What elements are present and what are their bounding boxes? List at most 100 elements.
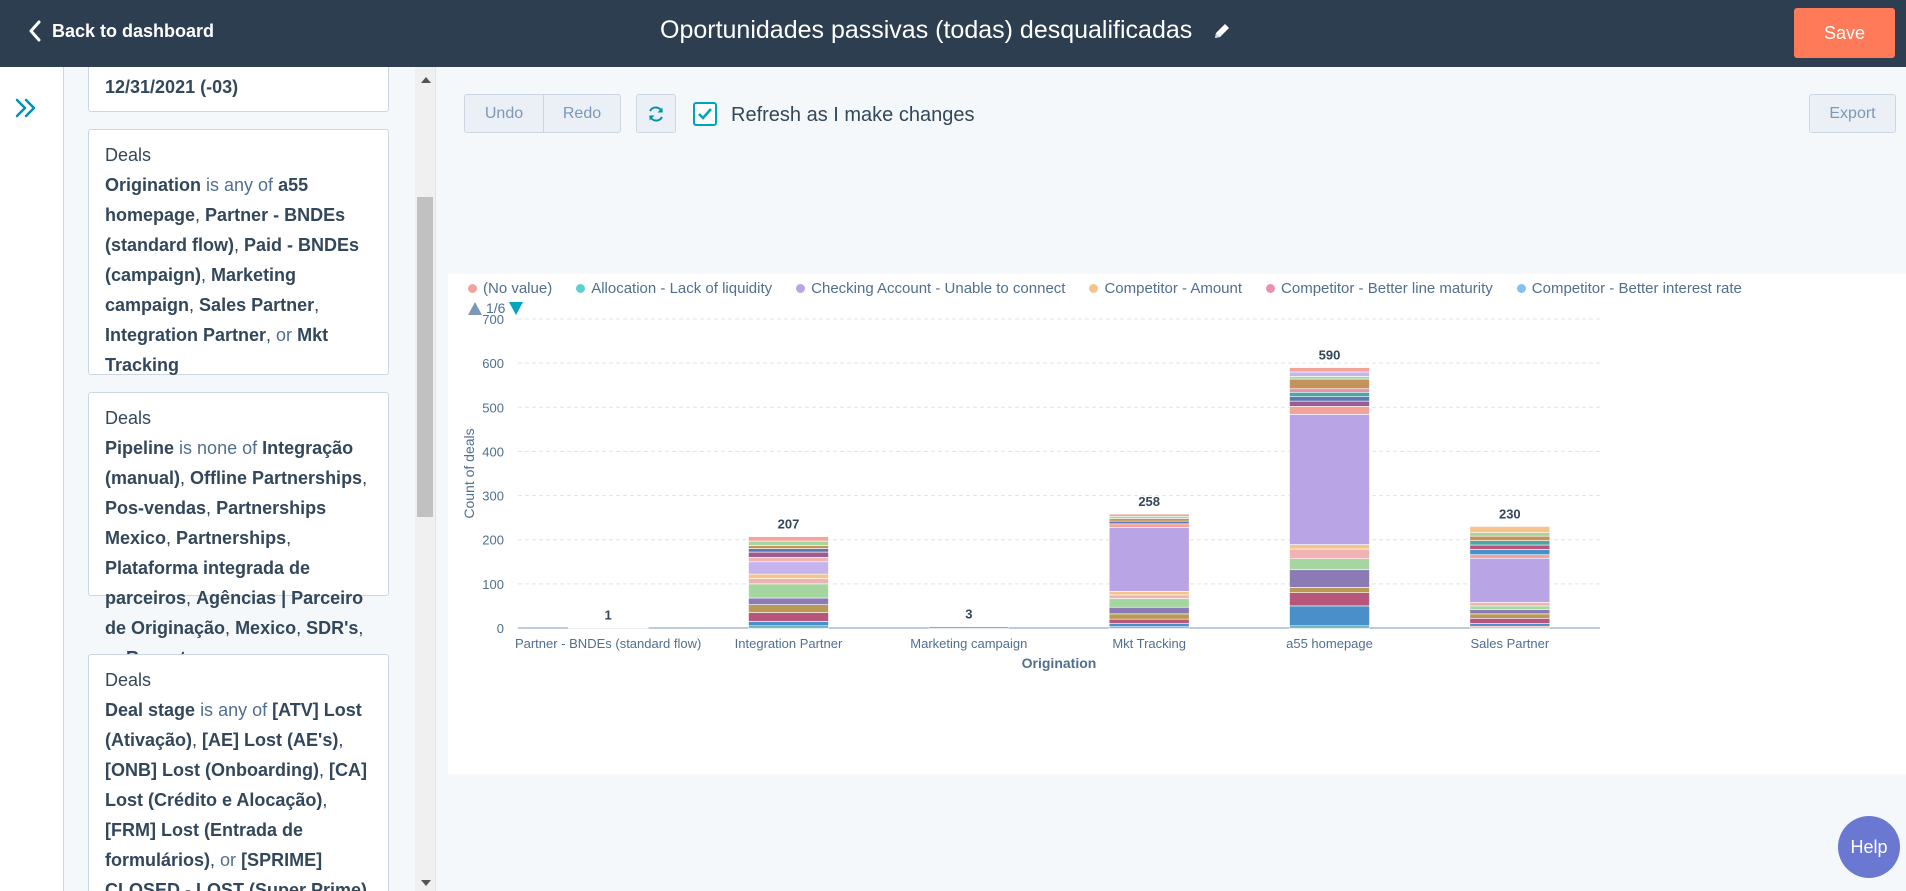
x-tick-label: Partner - BNDEs (standard flow)	[515, 636, 701, 651]
bar-segment	[748, 625, 829, 629]
bar-segment	[1289, 544, 1370, 550]
bar-segment	[1289, 371, 1370, 377]
bar-total-label: 230	[1499, 506, 1521, 521]
legend-dot-icon	[468, 284, 477, 293]
y-tick-label: 400	[482, 444, 504, 459]
filter-category: Deals	[105, 670, 152, 690]
bar-segment	[748, 612, 829, 622]
save-button[interactable]: Save	[1794, 8, 1895, 58]
bar-segment	[748, 578, 829, 585]
scroll-up-arrow-icon[interactable]	[421, 77, 431, 83]
x-axis-label: Origination	[1022, 655, 1097, 671]
bar-segment	[748, 545, 829, 549]
filter-panel: 12/31/2021 (-03) Deals Origination is an…	[64, 67, 415, 891]
scroll-down-arrow-icon[interactable]	[421, 880, 431, 886]
bar-segment	[1469, 623, 1551, 627]
legend-label: (No value)	[483, 280, 553, 297]
report-main: Undo Redo Refresh as I make changes Expo…	[435, 67, 1906, 891]
legend-item[interactable]: Competitor - Better interest rate	[1516, 280, 1742, 297]
bar-segment	[1108, 598, 1190, 608]
bar-segment	[748, 548, 829, 553]
bar-segment	[567, 627, 649, 629]
bar-segment	[1108, 527, 1190, 592]
pencil-icon[interactable]	[1212, 21, 1232, 41]
legend-item[interactable]: Competitor - Amount	[1089, 280, 1242, 297]
bar-segment	[748, 551, 829, 558]
bar-segment	[1108, 591, 1190, 596]
redo-button[interactable]: Redo	[543, 94, 621, 133]
refresh-checkbox[interactable]	[693, 102, 717, 126]
legend-label: Checking Account - Unable to connect	[811, 280, 1066, 297]
legend-item[interactable]: Checking Account - Unable to connect	[796, 280, 1065, 297]
checkmark-icon	[698, 108, 712, 120]
filter-description: Deal stage is any of [ATV] Lost (Ativaçã…	[105, 700, 368, 891]
legend-item[interactable]: (No value)	[468, 280, 552, 297]
legend-prev-arrow-icon[interactable]	[468, 301, 482, 315]
bar-segment	[1108, 606, 1190, 615]
legend-pager: 1/6	[468, 300, 524, 316]
double-chevron-right-icon[interactable]	[14, 97, 38, 119]
bar-segment	[1289, 548, 1370, 559]
bar-segment	[1469, 526, 1551, 533]
filter-description: Pipeline is none of Integração (manual),…	[105, 438, 368, 668]
bar-segment	[1289, 396, 1370, 402]
filter-card-date[interactable]: 12/31/2021 (-03)	[88, 67, 389, 112]
bar-segment	[1108, 618, 1190, 624]
bar-segment	[1289, 587, 1370, 593]
legend-dot-icon	[1266, 284, 1276, 293]
x-tick-label: Marketing campaign	[910, 636, 1027, 651]
bar-total-label: 3	[965, 607, 972, 622]
legend-next-arrow-icon[interactable]	[509, 301, 524, 315]
scroll-thumb[interactable]	[417, 197, 433, 517]
filter-card-deal-stage[interactable]: Deals Deal stage is any of [ATV] Lost (A…	[88, 654, 389, 891]
bar-segment	[1289, 376, 1370, 380]
page-title: Oportunidades passivas (todas) desqualif…	[660, 16, 1193, 44]
bar-segment	[1108, 523, 1190, 528]
bar-segment	[1469, 535, 1551, 541]
y-tick-label: 300	[482, 489, 504, 504]
y-tick-label: 100	[482, 577, 504, 592]
chevron-left-icon	[29, 20, 41, 42]
x-tick-label: Integration Partner	[735, 636, 843, 651]
bar-segment	[1108, 594, 1190, 599]
undo-button[interactable]: Undo	[464, 94, 544, 133]
y-axis-label: Count of deals	[461, 428, 477, 518]
help-button[interactable]: Help	[1838, 816, 1900, 878]
back-to-dashboard-link[interactable]: Back to dashboard	[28, 20, 214, 42]
bar-segment	[1469, 602, 1551, 607]
bar-segment	[1289, 414, 1370, 545]
filter-scrollbar[interactable]	[415, 67, 435, 891]
bar-total-label: 258	[1138, 494, 1160, 509]
bar-segment	[1469, 605, 1551, 610]
legend-item[interactable]: Allocation - Lack of liquidity	[576, 280, 772, 297]
bar-segment	[1289, 378, 1370, 390]
bar-segment	[1469, 544, 1551, 550]
bar-segment	[1108, 516, 1190, 519]
bar-segment	[1289, 406, 1370, 415]
filter-card-origination[interactable]: Deals Origination is any of a55 homepage…	[88, 129, 389, 375]
refresh-button[interactable]	[636, 94, 676, 133]
bar-segment	[748, 561, 829, 575]
legend-item[interactable]: Competitor - Better line maturity	[1266, 280, 1493, 297]
bar-segment	[748, 597, 829, 605]
filter-card-pipeline[interactable]: Deals Pipeline is none of Integração (ma…	[88, 392, 389, 668]
bar-segment	[1469, 532, 1551, 537]
x-tick-label: Sales Partner	[1470, 636, 1549, 651]
bar-total-label: 590	[1319, 348, 1341, 363]
bar-segment	[1469, 557, 1551, 603]
bar-segment	[1469, 549, 1551, 556]
filter-category: Deals	[105, 408, 152, 428]
filter-description: Origination is any of a55 homepage, Part…	[105, 175, 360, 375]
bar-segment	[748, 583, 829, 599]
bar-segment	[1289, 400, 1370, 407]
filter-category: Deals	[105, 145, 152, 165]
bar-segment	[1289, 605, 1370, 627]
legend-dot-icon	[796, 284, 806, 293]
bar-total-label: 1	[605, 608, 612, 623]
bar-segment	[1289, 388, 1370, 393]
bar-total-label: 207	[778, 517, 800, 532]
stacked-bar-chart: 0100200300400500600700Count of deals1Par…	[461, 312, 1600, 671]
export-button[interactable]: Export	[1809, 94, 1896, 133]
refresh-icon	[649, 105, 663, 122]
y-tick-label: 200	[482, 533, 504, 548]
